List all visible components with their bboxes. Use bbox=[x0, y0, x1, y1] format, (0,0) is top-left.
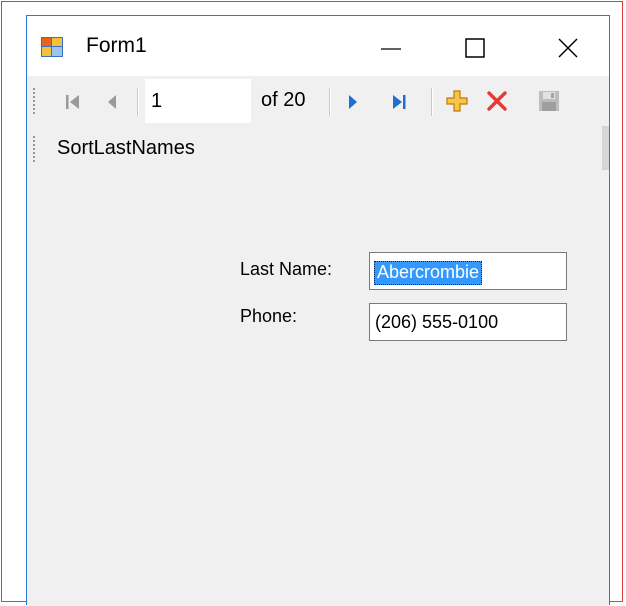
move-first-button[interactable] bbox=[65, 93, 81, 116]
delete-button[interactable] bbox=[487, 91, 507, 116]
close-button[interactable] bbox=[524, 16, 610, 76]
toolbar-grip[interactable] bbox=[33, 88, 35, 114]
save-icon bbox=[539, 91, 559, 111]
binding-navigator: of 20 bbox=[27, 76, 609, 126]
form-body: Last Name: Abercrombie Phone: (206) 555-… bbox=[27, 170, 609, 606]
move-last-icon bbox=[393, 95, 406, 109]
add-new-icon bbox=[446, 90, 468, 112]
last-name-field[interactable]: Abercrombie bbox=[369, 252, 567, 290]
count-label: of 20 bbox=[261, 89, 306, 111]
phone-value: (206) 555-0100 bbox=[375, 312, 499, 332]
menu-item-sortlastnames[interactable]: SortLastNames bbox=[57, 137, 195, 160]
minimize-icon bbox=[381, 48, 401, 50]
save-button[interactable] bbox=[538, 90, 560, 117]
last-name-label: Last Name: bbox=[240, 259, 333, 279]
menu-strip: SortLastNames bbox=[27, 126, 609, 170]
toolbar-separator bbox=[431, 88, 432, 116]
phone-field[interactable]: (206) 555-0100 bbox=[369, 303, 567, 341]
move-last-button[interactable] bbox=[391, 93, 407, 116]
close-icon bbox=[558, 38, 578, 58]
move-next-icon bbox=[349, 95, 357, 109]
phone-label: Phone: bbox=[240, 306, 298, 326]
window-title: Form1 bbox=[86, 34, 147, 57]
add-new-button[interactable] bbox=[446, 90, 468, 117]
maximize-button[interactable] bbox=[431, 16, 517, 76]
minimize-button[interactable] bbox=[347, 16, 433, 76]
move-first-icon bbox=[66, 95, 79, 109]
toolbar-separator bbox=[329, 88, 330, 116]
move-previous-icon bbox=[108, 95, 116, 109]
move-next-button[interactable] bbox=[347, 93, 359, 116]
toolbar-separator bbox=[137, 88, 138, 116]
last-name-selected-text: Abercrombie bbox=[374, 261, 483, 285]
move-previous-button[interactable] bbox=[106, 93, 118, 116]
menustrip-grip[interactable] bbox=[33, 136, 35, 162]
title-bar[interactable]: Form1 bbox=[27, 16, 609, 76]
position-input[interactable] bbox=[145, 79, 251, 123]
maximize-icon bbox=[465, 38, 485, 58]
delete-icon bbox=[487, 91, 507, 111]
app-form-icon bbox=[41, 37, 63, 62]
form-window: Form1 1 of 20 SortLastNames Last Name: A… bbox=[26, 15, 610, 606]
